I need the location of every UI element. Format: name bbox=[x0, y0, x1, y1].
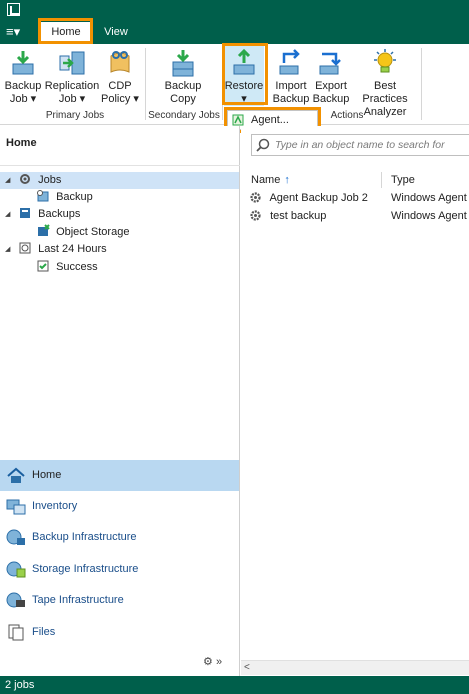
divider bbox=[0, 165, 240, 166]
group-label-actions: Actions bbox=[330, 110, 364, 121]
restore-button[interactable]: Restore ▾ bbox=[224, 48, 264, 106]
tab-home[interactable]: Home bbox=[41, 22, 91, 42]
import-backup-button[interactable]: Import Backup bbox=[272, 48, 310, 106]
horizontal-scrollbar[interactable]: < bbox=[241, 660, 469, 675]
nav-inventory[interactable]: Inventory bbox=[0, 491, 239, 522]
export-backup-icon bbox=[316, 48, 346, 78]
backup-copy-button[interactable]: Backup Copy bbox=[162, 48, 204, 106]
group-separator bbox=[222, 48, 223, 120]
nav-files[interactable]: Files bbox=[0, 617, 239, 648]
import-backup-icon bbox=[276, 48, 306, 78]
backup-infrastructure-icon bbox=[6, 529, 25, 545]
main-menu-button[interactable]: ≡▾ bbox=[6, 24, 30, 40]
column-header-type[interactable]: Type bbox=[391, 174, 415, 186]
nav-storage-infrastructure[interactable]: Storage Infrastructure bbox=[0, 554, 239, 585]
agent-icon bbox=[232, 114, 244, 126]
pane-title: Home bbox=[6, 137, 37, 149]
backups-icon bbox=[20, 208, 31, 219]
scroll-left-button[interactable]: < bbox=[244, 662, 250, 673]
home-icon bbox=[7, 467, 25, 483]
table-row[interactable]: Agent Backup Job 2 bbox=[249, 190, 368, 207]
status-bar: 2 jobs bbox=[0, 676, 469, 694]
veeam-logo-icon bbox=[7, 3, 20, 16]
search-placeholder: Type in an object name to search for bbox=[275, 139, 445, 151]
column-header-name[interactable]: Name ↑ bbox=[251, 174, 290, 186]
success-icon bbox=[37, 260, 49, 272]
job-type: Windows Agent B bbox=[391, 192, 469, 204]
lightbulb-icon bbox=[370, 48, 400, 78]
search-input[interactable]: Type in an object name to search for bbox=[251, 134, 469, 156]
nav-backup-infrastructure[interactable]: Backup Infrastructure bbox=[0, 522, 239, 553]
job-gear-icon bbox=[250, 209, 261, 221]
tree-item-backup[interactable]: Backup bbox=[36, 189, 93, 206]
tree-item-jobs[interactable]: ◢ Jobs bbox=[0, 172, 239, 189]
storage-infrastructure-icon bbox=[6, 561, 26, 578]
jobs-gear-icon bbox=[20, 174, 31, 185]
tab-view[interactable]: View bbox=[96, 22, 136, 42]
search-icon bbox=[256, 138, 270, 152]
nav-tape-infrastructure[interactable]: Tape Infrastructure bbox=[0, 585, 239, 616]
backup-copy-icon bbox=[168, 48, 198, 78]
tape-infrastructure-icon bbox=[6, 592, 25, 608]
title-bar bbox=[0, 0, 469, 20]
tree-item-last-24-hours[interactable]: ◢ Last 24 Hours bbox=[5, 241, 107, 258]
tree-expander[interactable]: ◢ bbox=[5, 172, 15, 189]
nav-more-button[interactable]: ⚙ » bbox=[203, 655, 238, 671]
nav-home[interactable]: Home bbox=[0, 460, 239, 491]
configure-buttons-icon: ⚙ bbox=[203, 656, 213, 668]
files-icon bbox=[8, 624, 24, 641]
cdp-policy-icon bbox=[105, 48, 135, 78]
backup-job-icon bbox=[37, 190, 49, 202]
tree-item-backups[interactable]: ◢ Backups bbox=[5, 206, 80, 223]
tree-item-success[interactable]: Success bbox=[36, 259, 98, 276]
content-pane: Type in an object name to search for Nam… bbox=[241, 126, 469, 676]
replication-job-button[interactable]: Replication Job ▾ bbox=[44, 48, 100, 106]
best-practices-analyzer-button[interactable]: Best Practices Analyzer bbox=[352, 48, 418, 119]
tree-expander[interactable]: ◢ bbox=[5, 206, 15, 223]
job-gear-icon bbox=[250, 191, 261, 203]
column-divider[interactable] bbox=[381, 172, 382, 188]
job-name: test backup bbox=[270, 210, 327, 222]
restore-icon bbox=[229, 48, 259, 78]
object-storage-icon bbox=[38, 224, 50, 237]
job-type: Windows Agent B bbox=[391, 210, 469, 222]
cdp-policy-button[interactable]: CDP Policy ▾ bbox=[100, 48, 140, 106]
last-24-hours-icon bbox=[19, 242, 31, 254]
sort-ascending-icon: ↑ bbox=[284, 174, 290, 186]
group-label-primary-jobs: Primary Jobs bbox=[45, 110, 105, 121]
group-label-secondary-jobs: Secondary Jobs bbox=[148, 110, 220, 121]
export-backup-button[interactable]: Export Backup bbox=[312, 48, 350, 106]
backup-job-button[interactable]: Backup Job ▾ bbox=[4, 48, 42, 106]
replication-job-icon bbox=[57, 48, 87, 78]
job-name: Agent Backup Job 2 bbox=[269, 192, 368, 204]
menu-bar: ≡▾ Home View bbox=[0, 20, 469, 44]
inventory-icon bbox=[6, 499, 26, 515]
table-row[interactable]: test backup bbox=[249, 208, 326, 225]
tree-item-object-storage[interactable]: Object Storage bbox=[36, 224, 129, 241]
group-separator bbox=[421, 48, 422, 120]
tree-expander[interactable]: ◢ bbox=[5, 241, 15, 258]
backup-job-icon bbox=[8, 48, 38, 78]
